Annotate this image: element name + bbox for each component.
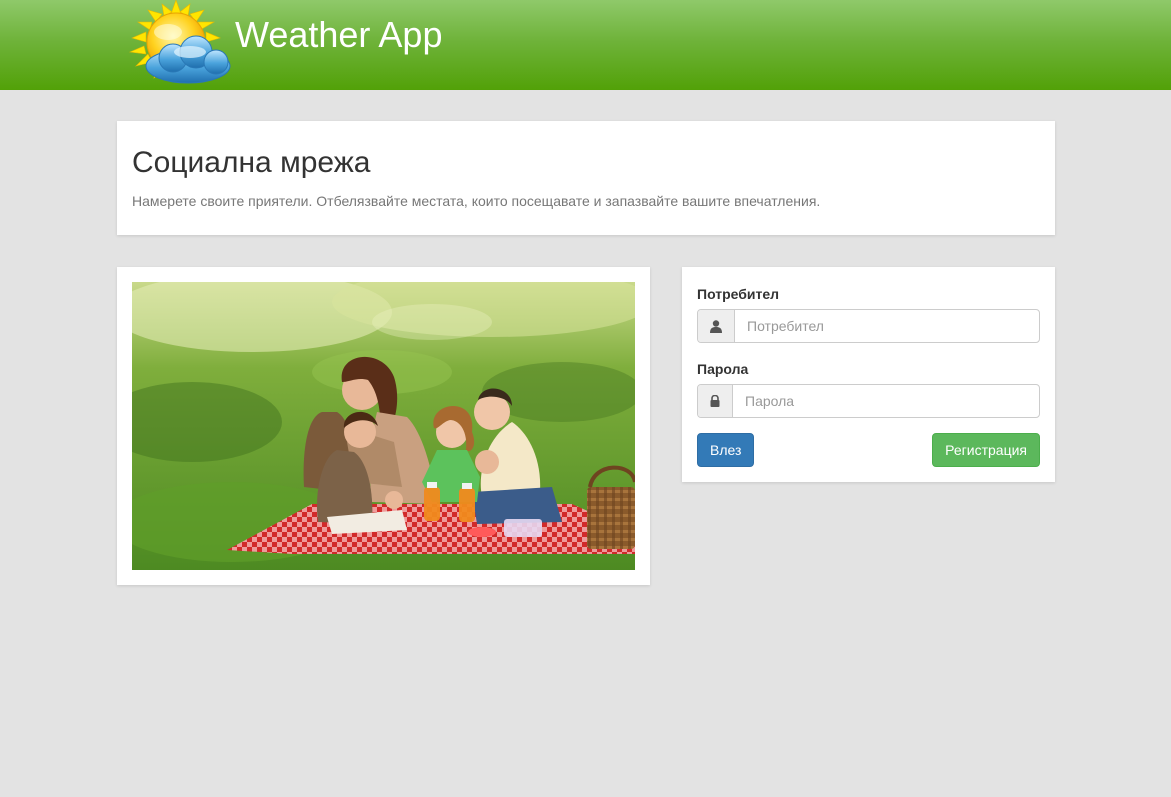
login-button[interactable]: Влез [697,433,755,467]
picnic-illustration [132,282,635,570]
photo-panel [117,267,650,585]
password-label: Парола [697,361,749,377]
password-input-group [697,384,1040,418]
family-picnic-photo [132,282,635,570]
lock-icon [698,385,733,417]
register-button[interactable]: Регистрация [932,433,1040,467]
app-title: Weather App [235,14,443,55]
intro-panel: Социална мрежа Намерете своите приятели.… [117,121,1055,235]
username-label: Потребител [697,286,780,302]
app-header: Weather App [0,0,1171,90]
page-description: Намерете своите приятели. Отбелязвайте м… [132,193,821,209]
username-input-group [697,309,1040,343]
user-icon [698,310,735,342]
username-input[interactable] [735,310,1039,342]
page-title: Социална мрежа [132,146,371,179]
sun-cloud-icon [128,0,231,84]
password-input[interactable] [733,385,1039,417]
login-panel: Потребител Парола Влез Регистрация [682,267,1055,482]
